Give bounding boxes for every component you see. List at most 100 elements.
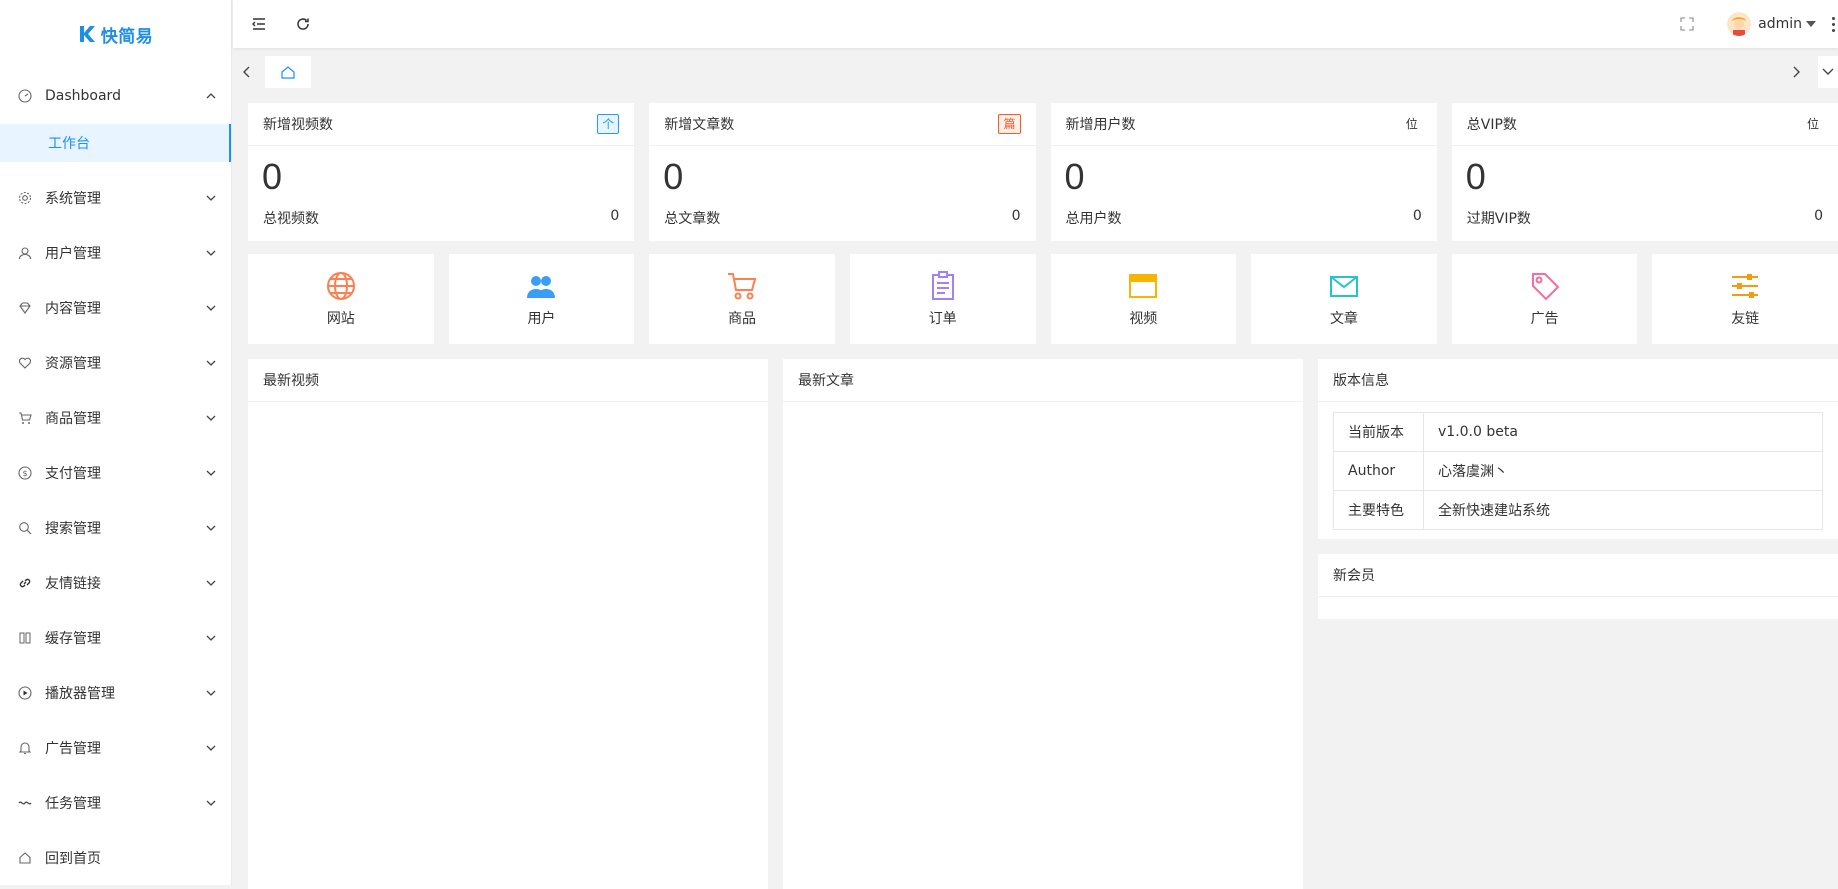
main-content: 新增视频数个 0 总视频数0 新增文章数篇 0 总文章数0 新增用户数位 0 总… [248,103,1838,885]
svg-text:$: $ [22,469,27,478]
stat-card-videos: 新增视频数个 0 总视频数0 [248,103,634,241]
sidebar-item-ads[interactable]: 广告管理 [0,720,231,775]
stat-card-vip: 总VIP数位 0 过期VIP数0 [1452,103,1838,241]
shortcut-row: 网站 用户 商品 订单 视频 文章 广告 友链 [248,254,1838,344]
stat-foot-value: 0 [1814,208,1823,228]
sidebar-item-users[interactable]: 用户管理 [0,225,231,280]
more-vertical-icon[interactable] [1832,17,1836,32]
logo-k-icon [78,24,98,44]
shortcut-label: 友链 [1731,308,1759,328]
caret-down-icon[interactable] [1806,21,1816,27]
stat-title: 新增视频数 [263,114,333,134]
stat-value: 0 [1452,146,1838,208]
panel-title: 最新文章 [783,359,1303,402]
cache-icon [18,631,32,645]
tab-prev-icon[interactable] [233,52,261,92]
fullscreen-icon[interactable] [1675,12,1699,36]
shortcut-links[interactable]: 友链 [1652,254,1838,344]
sidebar-item-label: 商品管理 [45,408,205,428]
shortcut-videos[interactable]: 视频 [1051,254,1237,344]
sidebar-item-payment[interactable]: $ 支付管理 [0,445,231,500]
stat-unit-badge: 篇 [998,114,1020,134]
link-icon [18,576,32,590]
clipboard-icon [927,270,959,302]
sidebar-item-home[interactable]: 回到首页 [0,830,231,885]
home-icon [280,65,296,80]
chevron-down-icon [205,797,217,809]
stat-value: 0 [1051,146,1437,208]
chevron-down-icon [205,632,217,644]
chevron-down-icon [205,687,217,699]
chevron-down-icon [205,357,217,369]
version-key: 当前版本 [1334,413,1424,452]
chevron-down-icon [205,577,217,589]
sidebar-item-label: 任务管理 [45,793,205,813]
table-row: Author 心落虞渊丶 [1334,452,1823,491]
stat-title: 新增文章数 [664,114,734,134]
stat-foot-label: 总用户数 [1066,208,1122,228]
stat-unit-badge: 位 [1803,115,1823,133]
stat-card-articles: 新增文章数篇 0 总文章数0 [649,103,1035,241]
version-value: v1.0.0 beta [1424,413,1823,452]
shortcut-articles[interactable]: 文章 [1251,254,1437,344]
shortcut-orders[interactable]: 订单 [850,254,1036,344]
shortcut-users[interactable]: 用户 [449,254,635,344]
sidebar-item-search[interactable]: 搜索管理 [0,500,231,555]
sidebar-item-label: 缓存管理 [45,628,205,648]
tag-icon [1529,270,1561,302]
refresh-icon[interactable] [291,12,315,36]
latest-articles-panel: 最新文章 [783,359,1303,889]
shortcut-label: 文章 [1330,308,1358,328]
sidebar-item-cache[interactable]: 缓存管理 [0,610,231,665]
chevron-down-icon [205,467,217,479]
sidebar-item-label: 搜索管理 [45,518,205,538]
sidebar-item-content[interactable]: 内容管理 [0,280,231,335]
avatar[interactable] [1727,12,1751,36]
diamond-icon [18,301,32,315]
heart-icon [18,356,32,370]
sidebar-item-resources[interactable]: 资源管理 [0,335,231,390]
stat-foot-label: 总文章数 [664,208,720,228]
search-icon [18,521,32,535]
sidebar-item-label: 支付管理 [45,463,205,483]
sidebar-item-label: Dashboard [45,88,205,104]
sidebar-subitem-workbench[interactable]: 工作台 [0,124,231,162]
shortcut-label: 广告 [1531,308,1559,328]
menu-fold-icon[interactable] [247,12,271,36]
stat-value: 0 [649,146,1035,208]
sidebar-item-links[interactable]: 友情链接 [0,555,231,610]
version-value: 全新快速建站系统 [1424,491,1823,530]
sidebar-item-products[interactable]: 商品管理 [0,390,231,445]
latest-videos-panel: 最新视频 [248,359,768,889]
dollar-icon: $ [18,466,32,480]
shortcut-site[interactable]: 网站 [248,254,434,344]
table-row: 当前版本 v1.0.0 beta [1334,413,1823,452]
cart-icon [726,270,758,302]
username[interactable]: admin [1758,16,1802,32]
gear-icon [18,191,32,205]
stat-row: 新增视频数个 0 总视频数0 新增文章数篇 0 总文章数0 新增用户数位 0 总… [248,103,1838,241]
shortcut-ads[interactable]: 广告 [1452,254,1638,344]
tab-next-icon[interactable] [1782,52,1810,92]
version-value: 心落虞渊丶 [1424,452,1823,491]
shortcut-products[interactable]: 商品 [649,254,835,344]
tab-menu-chevron-icon[interactable] [1818,56,1838,88]
tab-home[interactable] [265,56,311,88]
panel-title: 版本信息 [1318,359,1838,402]
version-table: 当前版本 v1.0.0 beta Author 心落虞渊丶 主要特色 全新快速建… [1333,412,1823,530]
stat-title: 总VIP数 [1467,114,1517,134]
new-members-panel: 新会员 [1318,554,1838,619]
sidebar-item-tasks[interactable]: 任务管理 [0,775,231,830]
sidebar-item-player[interactable]: 播放器管理 [0,665,231,720]
users-icon [525,270,557,302]
home-icon [18,851,32,865]
user-icon [18,246,32,260]
chevron-down-icon [205,742,217,754]
shortcut-label: 用户 [527,308,555,328]
sidebar-item-dashboard[interactable]: Dashboard [0,68,231,124]
sidebar-item-system[interactable]: 系统管理 [0,170,231,225]
logo[interactable]: 快简易 [0,0,231,68]
version-key: 主要特色 [1334,491,1424,530]
stat-foot-value: 0 [610,208,619,228]
shortcut-label: 视频 [1129,308,1157,328]
